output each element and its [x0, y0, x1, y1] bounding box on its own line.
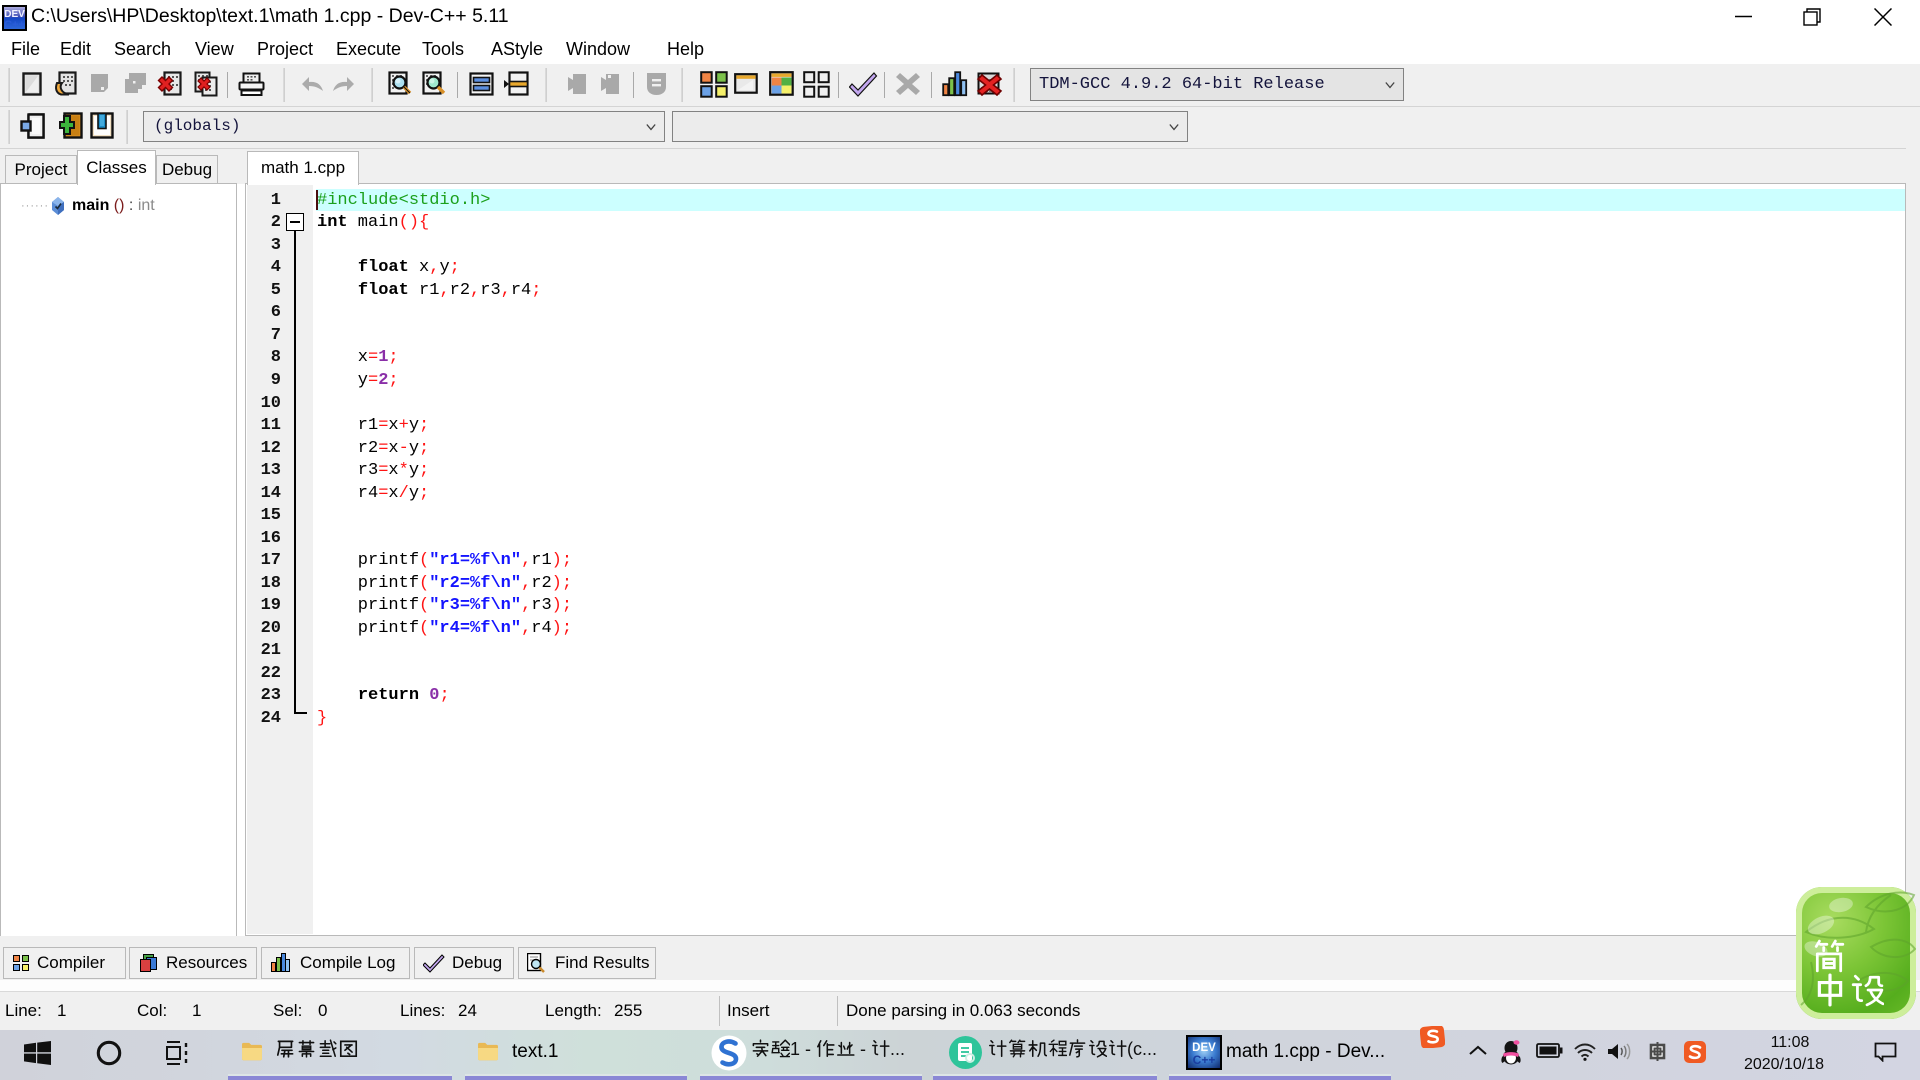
svg-text:C++: C++ — [4, 19, 25, 31]
svg-text:C++: C++ — [1193, 1053, 1216, 1067]
